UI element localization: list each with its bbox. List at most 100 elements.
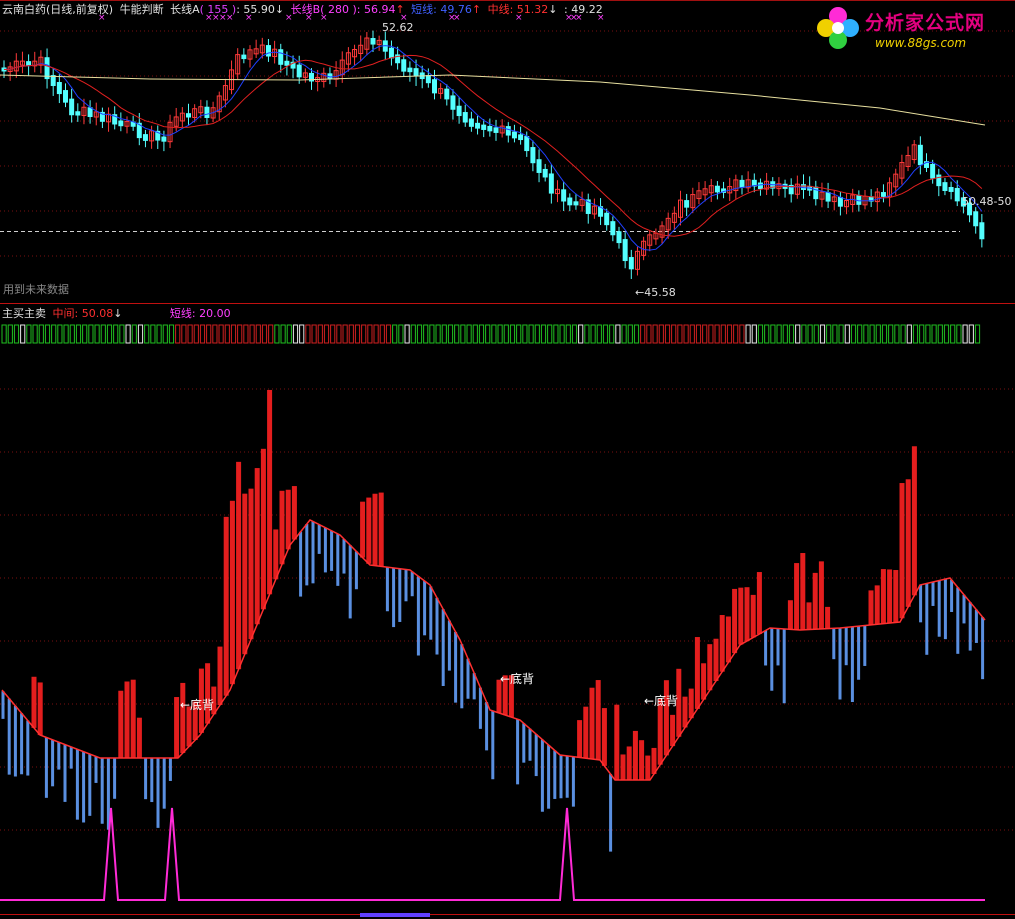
status-box: [547, 324, 553, 344]
status-box: [522, 324, 528, 344]
status-box: [75, 324, 82, 344]
main-buy-bar: [223, 516, 229, 696]
status-box: [888, 324, 894, 344]
status-box: [94, 324, 100, 344]
candle-body-down: [444, 88, 450, 100]
status-box: [596, 324, 602, 344]
main-sell-bar: [144, 758, 148, 800]
candle-body-down: [63, 90, 68, 103]
candle-body-down: [524, 136, 530, 152]
main-buy-bar: [818, 561, 824, 629]
main-sell-bar: [150, 758, 154, 803]
status-box: [82, 324, 88, 344]
main-buy-bar: [124, 681, 130, 758]
status-box: [534, 324, 540, 344]
candle-body-down: [930, 163, 936, 179]
status-box: [354, 324, 361, 344]
candle-body-down: [241, 54, 247, 60]
main-sell-bar: [956, 587, 960, 654]
status-box: [708, 324, 714, 344]
main-buy-bar: [589, 687, 595, 759]
candle-body-down: [880, 192, 886, 197]
status-box: [106, 324, 113, 344]
status-box: [150, 324, 156, 344]
candle-body-down: [481, 124, 487, 130]
candle-body-down: [714, 185, 720, 193]
main-sell-bar: [100, 758, 104, 824]
current-price-label: 50.48-50: [962, 195, 1011, 208]
status-box: [658, 324, 664, 344]
main-buy-bar: [639, 740, 645, 780]
status-box: [782, 324, 788, 344]
main-buy-bar: [738, 587, 744, 645]
status-box: [702, 324, 708, 344]
main-buy-bar: [887, 569, 893, 624]
status-box: [348, 324, 354, 344]
status-box: [379, 324, 385, 344]
status-box: [974, 324, 981, 344]
status-box: [497, 324, 503, 344]
candle-body-down: [536, 159, 542, 173]
status-box: [212, 324, 218, 344]
main-sell-bar: [478, 687, 482, 729]
status-box: [689, 324, 695, 344]
status-box: [435, 324, 441, 344]
status-box: [950, 324, 956, 344]
status-box: [237, 324, 243, 344]
status-box: [137, 324, 144, 344]
main-sell-bar: [13, 705, 17, 777]
main-sell-bar: [776, 628, 780, 666]
site-logo[interactable]: 分析家公式网 www.88gs.com: [809, 2, 1007, 54]
status-box: [695, 324, 702, 344]
main-buy-bar: [248, 488, 254, 640]
main-buy-bar: [880, 569, 886, 624]
main-buy-bar: [366, 497, 372, 564]
main-sell-bar: [69, 746, 73, 769]
main-buy-bar: [118, 690, 124, 758]
main-buy-bar: [186, 706, 192, 747]
status-box: [199, 324, 206, 344]
status-box: [726, 324, 733, 344]
status-box: [584, 324, 590, 344]
sub-title: 主买主卖: [2, 307, 46, 320]
status-box: [962, 324, 968, 344]
main-sell-bar: [416, 576, 420, 656]
main-buy-bar: [620, 754, 626, 780]
status-box: [863, 324, 869, 344]
main-buy-bar: [905, 479, 911, 607]
candle-body-down: [757, 182, 763, 190]
candle-body-down: [186, 113, 191, 118]
status-box: [571, 324, 578, 344]
main-buy-bar: [254, 468, 260, 625]
main-sell-bar: [330, 530, 334, 571]
main-sell-bar: [943, 579, 947, 640]
main-buy-bar: [682, 696, 688, 728]
main-buy-bar: [267, 389, 273, 595]
status-box: [578, 324, 584, 344]
candle-body-down: [401, 59, 407, 72]
status-box: [454, 324, 460, 344]
candle-body-down: [56, 82, 62, 95]
main-sell-bar: [454, 631, 458, 703]
main-sell-bar: [354, 551, 358, 590]
mid-value: : 51.32: [509, 3, 549, 16]
ma-mid-line: [3, 54, 983, 237]
status-box: [540, 324, 547, 344]
status-box: [838, 324, 844, 344]
main-buy-bar: [911, 446, 917, 596]
status-box: [361, 324, 367, 344]
low-price-label: ←45.58: [635, 286, 676, 299]
status-box: [485, 324, 491, 344]
main-sell-bar: [844, 627, 848, 666]
status-box: [956, 324, 962, 344]
main-sell-bar: [404, 569, 408, 602]
status-box: [404, 324, 410, 344]
status-box: [844, 324, 850, 344]
main-sell-bar: [44, 737, 48, 798]
chart-canvas[interactable]: 52.62←45.5850.48-50× × × × × × × × × × ×× × ××× ×←底背←…: [0, 0, 1015, 919]
status-box: [162, 324, 168, 344]
status-box: [175, 324, 181, 344]
status-box: [13, 324, 20, 344]
status-box: [181, 324, 187, 344]
main-sell-bar: [962, 594, 966, 624]
